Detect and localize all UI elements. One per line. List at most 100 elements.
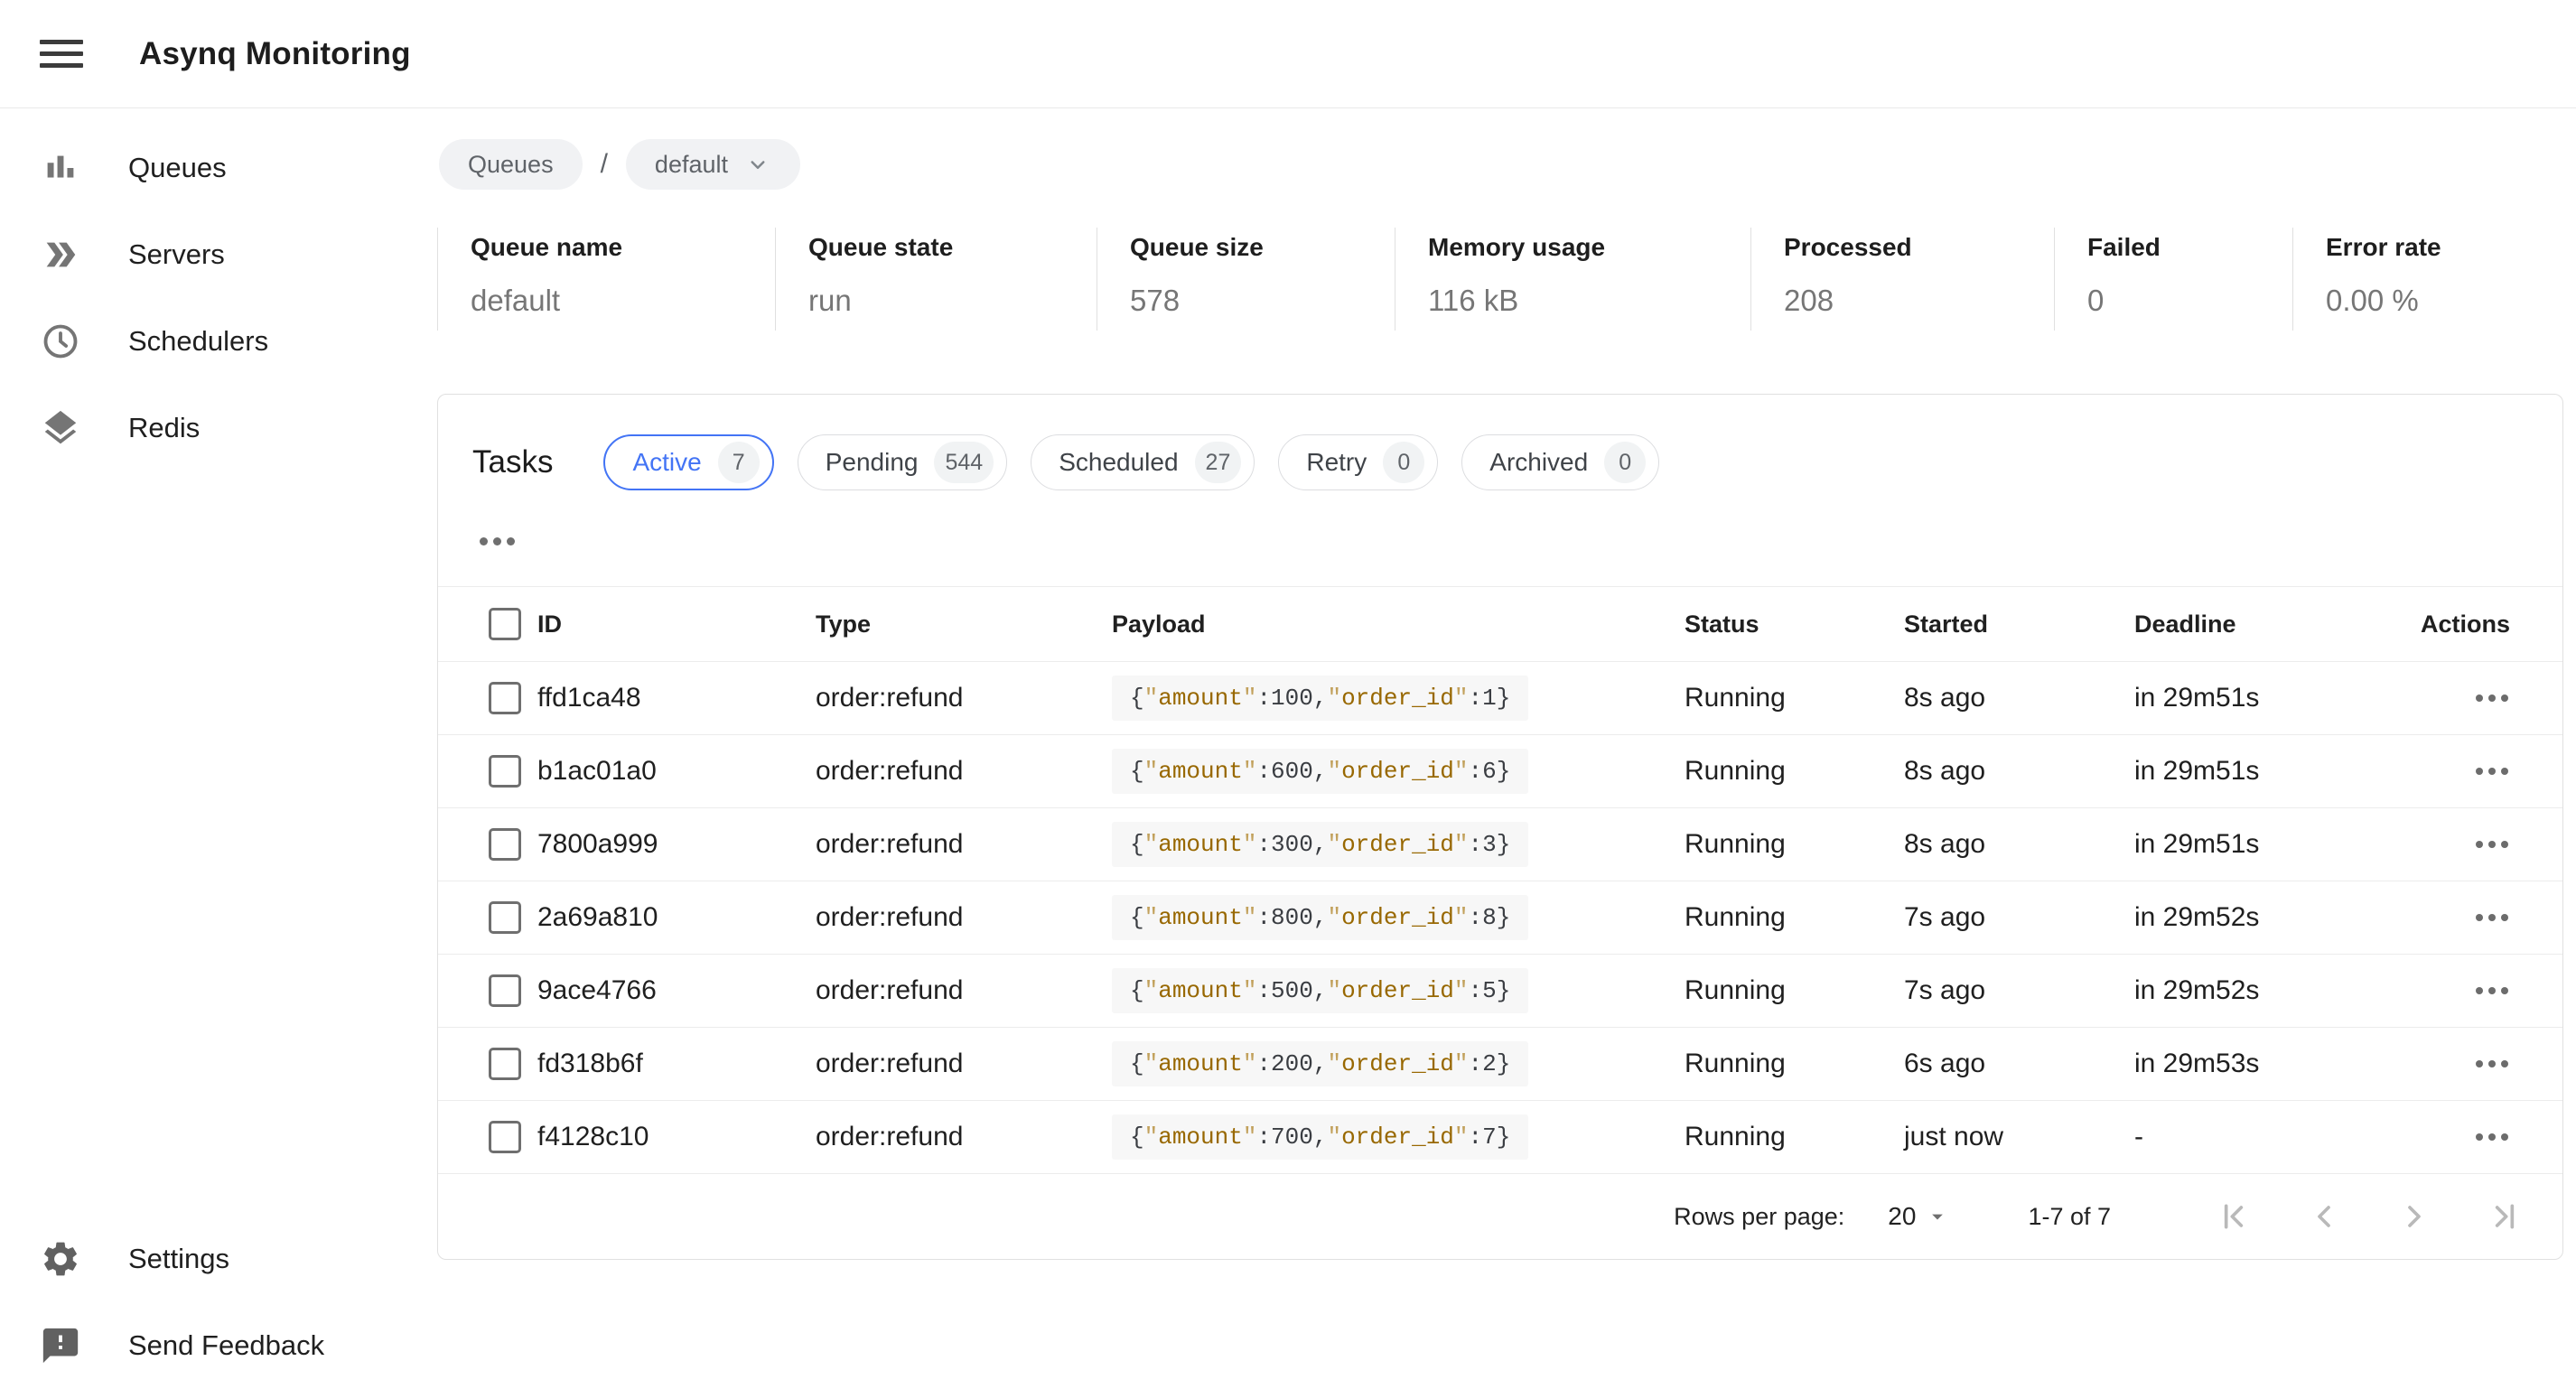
- table-row: ffd1ca48 order:refund {"amount":100,"ord…: [438, 662, 2562, 735]
- tab-count-badge: 544: [934, 442, 994, 483]
- pagination-bar: Rows per page: 20 1-7 of 7: [438, 1174, 2562, 1259]
- task-id: ffd1ca48: [537, 683, 816, 713]
- task-state-tab[interactable]: Archived 0: [1461, 434, 1659, 490]
- task-state-tabs: Active 7 Pending 544 Scheduled 27 Retry …: [603, 434, 1659, 490]
- task-state-tab[interactable]: Scheduled 27: [1031, 434, 1255, 490]
- task-started: 8s ago: [1904, 683, 2134, 713]
- tab-label: Retry: [1306, 448, 1367, 477]
- task-deadline: in 29m53s: [2134, 1049, 2421, 1079]
- stat-cell: Queue size 578: [1097, 228, 1395, 331]
- column-header: Deadline: [2134, 611, 2421, 639]
- sidebar-item[interactable]: Schedulers: [0, 298, 435, 385]
- breadcrumb-current-queue: default: [655, 151, 728, 179]
- table-row: b1ac01a0 order:refund {"amount":600,"ord…: [438, 735, 2562, 808]
- breadcrumb-queues-chip[interactable]: Queues: [439, 139, 583, 190]
- hamburger-menu-icon[interactable]: [40, 33, 83, 76]
- task-state-tab[interactable]: Retry 0: [1278, 434, 1438, 490]
- double-arrow-icon: [40, 234, 81, 275]
- sidebar-item[interactable]: Servers: [0, 211, 435, 298]
- sidebar-item-label: Redis: [128, 412, 200, 444]
- task-status: Running: [1685, 829, 1904, 860]
- task-state-tab[interactable]: Active 7: [603, 434, 773, 490]
- stat-cell: Queue name default: [437, 228, 775, 331]
- task-payload: {"amount":700,"order_id":7}: [1112, 1114, 1528, 1160]
- next-page-icon[interactable]: [2393, 1195, 2436, 1238]
- stat-value: 208: [1784, 284, 2054, 318]
- task-deadline: in 29m51s: [2134, 683, 2421, 713]
- select-all-checkbox[interactable]: [489, 608, 521, 640]
- stat-label: Failed: [2087, 233, 2292, 262]
- tab-label: Pending: [826, 448, 919, 477]
- row-actions-more-icon[interactable]: [2476, 841, 2508, 848]
- tasks-card: Tasks Active 7 Pending 544 Scheduled 27: [437, 394, 2563, 1260]
- sidebar-item[interactable]: Redis: [0, 385, 435, 471]
- stat-label: Memory usage: [1428, 233, 1750, 262]
- row-checkbox[interactable]: [489, 1048, 521, 1080]
- row-actions-more-icon[interactable]: [2476, 987, 2508, 994]
- queue-stats-row: Queue name default Queue state run Queue…: [437, 228, 2563, 331]
- row-checkbox[interactable]: [489, 682, 521, 714]
- task-type: order:refund: [816, 902, 1112, 933]
- stat-value: 0: [2087, 284, 2292, 318]
- app-title: Asynq Monitoring: [139, 36, 411, 72]
- task-type: order:refund: [816, 683, 1112, 713]
- row-actions-more-icon[interactable]: [2476, 1060, 2508, 1067]
- row-actions-more-icon[interactable]: [2476, 914, 2508, 921]
- task-type: order:refund: [816, 756, 1112, 787]
- task-state-tab[interactable]: Pending 544: [798, 434, 1007, 490]
- stat-cell: Memory usage 116 kB: [1395, 228, 1750, 331]
- rows-per-page-value: 20: [1888, 1202, 1916, 1231]
- sidebar-footer-item[interactable]: Send Feedback: [0, 1302, 435, 1389]
- task-payload: {"amount":200,"order_id":2}: [1112, 1041, 1528, 1086]
- column-header: Payload: [1112, 611, 1685, 639]
- first-page-icon[interactable]: [2212, 1195, 2255, 1238]
- task-payload: {"amount":800,"order_id":8}: [1112, 895, 1528, 940]
- task-deadline: in 29m51s: [2134, 829, 2421, 860]
- previous-page-icon[interactable]: [2302, 1195, 2346, 1238]
- arrow-drop-down-icon: [1925, 1204, 1950, 1229]
- row-actions-more-icon[interactable]: [2476, 694, 2508, 702]
- row-checkbox[interactable]: [489, 1121, 521, 1153]
- tab-count-badge: 7: [718, 442, 760, 483]
- row-checkbox[interactable]: [489, 828, 521, 861]
- table-row: 7800a999 order:refund {"amount":300,"ord…: [438, 808, 2562, 881]
- last-page-icon[interactable]: [2483, 1195, 2526, 1238]
- sidebar-item-label: Queues: [128, 152, 227, 184]
- app-bar: Asynq Monitoring: [0, 0, 2576, 108]
- stat-cell: Error rate 0.00 %: [2292, 228, 2563, 331]
- task-deadline: in 29m51s: [2134, 756, 2421, 787]
- tasks-title: Tasks: [472, 444, 553, 480]
- rows-per-page-select[interactable]: 20: [1888, 1202, 1950, 1231]
- stat-label: Queue name: [471, 233, 775, 262]
- sidebar-item-label: Servers: [128, 238, 225, 271]
- row-actions-more-icon[interactable]: [2476, 1133, 2508, 1141]
- rows-per-page-label: Rows per page:: [1674, 1203, 1844, 1231]
- sidebar-item[interactable]: Queues: [0, 125, 435, 211]
- sidebar-item-label: Schedulers: [128, 325, 268, 358]
- task-status: Running: [1685, 756, 1904, 787]
- sidebar-footer-item[interactable]: Settings: [0, 1216, 435, 1302]
- row-checkbox[interactable]: [489, 974, 521, 1007]
- stat-cell: Failed 0: [2054, 228, 2292, 331]
- task-started: just now: [1904, 1122, 2134, 1152]
- breadcrumb-queue-select[interactable]: default: [626, 139, 800, 190]
- sidebar: Queues Servers Schedulers Redis Settings: [0, 108, 435, 1389]
- bulk-actions-more-icon[interactable]: [480, 537, 515, 545]
- row-checkbox[interactable]: [489, 901, 521, 934]
- row-actions-more-icon[interactable]: [2476, 768, 2508, 775]
- stat-value: run: [808, 284, 1097, 318]
- stat-value: 578: [1130, 284, 1395, 318]
- task-id: f4128c10: [537, 1122, 816, 1152]
- table-header-row: IDTypePayloadStatusStartedDeadlineAction…: [438, 586, 2562, 662]
- column-header: Type: [816, 611, 1112, 639]
- task-id: b1ac01a0: [537, 756, 816, 787]
- feedback-icon: [40, 1325, 81, 1366]
- main-content: Queues / default Queue name default Queu…: [435, 108, 2576, 1389]
- tab-label: Scheduled: [1059, 448, 1178, 477]
- task-started: 8s ago: [1904, 829, 2134, 860]
- task-type: order:refund: [816, 1049, 1112, 1079]
- row-checkbox[interactable]: [489, 755, 521, 788]
- tab-count-badge: 0: [1604, 442, 1646, 483]
- task-started: 7s ago: [1904, 902, 2134, 933]
- task-payload: {"amount":300,"order_id":3}: [1112, 822, 1528, 867]
